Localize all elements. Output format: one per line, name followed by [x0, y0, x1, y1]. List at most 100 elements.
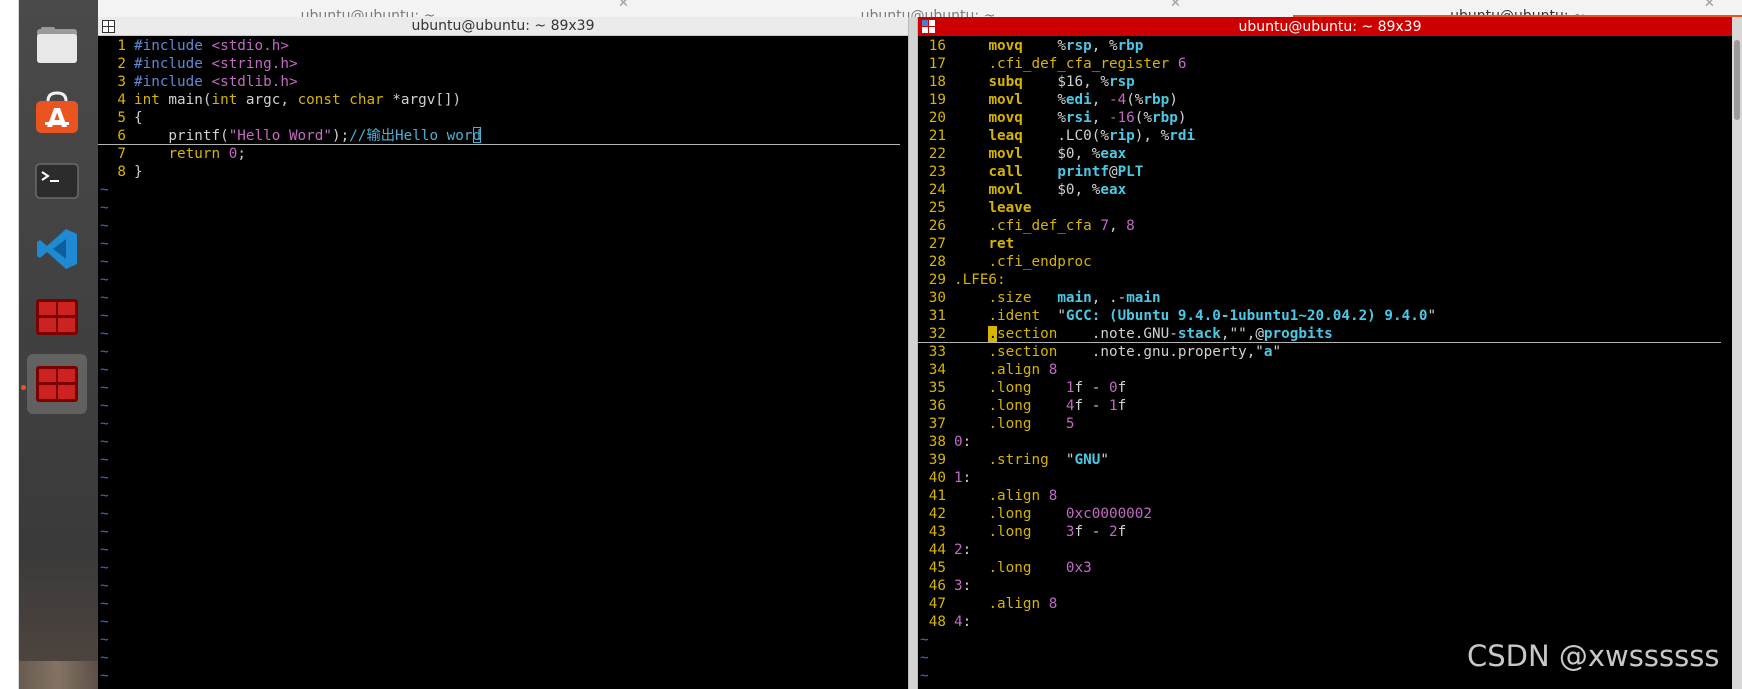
empty-line-marker: ~ — [100, 344, 109, 360]
terminal-grid-icon[interactable] — [102, 20, 115, 33]
empty-line-marker: ~ — [100, 650, 109, 666]
code-line[interactable]: 21 leaq .LC0(%rip), %rdi — [918, 127, 1742, 145]
code-text: 2: — [954, 542, 972, 558]
code-line[interactable]: 46 3: — [918, 577, 1742, 595]
code-line[interactable]: 2 #include <string.h> — [98, 55, 908, 73]
code-line[interactable]: 40 1: — [918, 469, 1742, 487]
editor-buffer[interactable]: 16 movq %rsp, %rbp 17 .cfi_def_cfa_regist… — [918, 37, 1742, 687]
code-text: { — [134, 110, 143, 126]
terminator-icon[interactable] — [32, 292, 82, 342]
code-text: .string "GNU" — [988, 452, 1109, 468]
empty-line-marker: ~ — [100, 488, 109, 504]
wallpaper-peek — [19, 661, 98, 689]
tab-2[interactable]: ubuntu@ubuntu: ~ ✕ — [658, 0, 1198, 17]
code-line[interactable]: 33 .section .note.gnu.property,"a" — [918, 343, 1742, 361]
close-icon[interactable]: ✕ — [1704, 0, 1715, 11]
empty-line-marker: ~ — [100, 470, 109, 486]
empty-line: ~ — [98, 271, 908, 289]
code-line[interactable]: 48 4: — [918, 613, 1742, 631]
scrollbar-thumb[interactable] — [1734, 40, 1740, 120]
line-number: 45 — [928, 560, 946, 576]
code-line[interactable]: 25 leave — [918, 199, 1742, 217]
terminal-grid-icon[interactable] — [922, 20, 935, 33]
files-icon[interactable] — [32, 20, 82, 70]
line-number: 36 — [928, 398, 946, 414]
code-text: movl $0, %eax — [988, 182, 1127, 198]
code-line[interactable]: 29 .LFE6: — [918, 271, 1742, 289]
line-number: 21 — [928, 128, 946, 144]
code-text: .long 3f - 2f — [988, 524, 1127, 540]
tab-bar: ubuntu@ubuntu: ~ ✕ ubuntu@ubuntu: ~ ✕ ub… — [98, 0, 1742, 17]
code-line[interactable]: 39 .string "GNU" — [918, 451, 1742, 469]
terminator-icon-active[interactable] — [27, 354, 87, 414]
code-line[interactable]: 5{ — [98, 109, 908, 127]
empty-line-marker: ~ — [100, 506, 109, 522]
code-line[interactable]: 16 movq %rsp, %rbp — [918, 37, 1742, 55]
code-line[interactable]: 7 return 0; — [98, 145, 908, 163]
code-text: .size main, .-main — [988, 290, 1161, 306]
empty-line-marker: ~ — [100, 254, 109, 270]
empty-line-marker: ~ — [100, 596, 109, 612]
empty-line-marker: ~ — [100, 452, 109, 468]
code-line[interactable]: 26 .cfi_def_cfa 7, 8 — [918, 217, 1742, 235]
code-line[interactable]: 36 .long 4f - 1f — [918, 397, 1742, 415]
empty-line: ~ — [98, 433, 908, 451]
close-icon[interactable]: ✕ — [618, 0, 629, 11]
svg-text:A: A — [47, 104, 67, 134]
code-text: .LFE6: — [954, 272, 1006, 288]
code-line[interactable]: 17 .cfi_def_cfa_register 6 — [918, 55, 1742, 73]
code-line[interactable]: 47 .align 8 — [918, 595, 1742, 613]
terminal-pane-right[interactable]: ubuntu@ubuntu: ~ 89x39 16 movq %rsp, %rb… — [918, 17, 1742, 689]
code-line[interactable]: 4 int main(int argc, const char *argv[]) — [98, 91, 908, 109]
editor-buffer[interactable]: 1 #include <stdio.h> 2 #include <string.h> 3… — [98, 37, 908, 687]
empty-line: ~ — [98, 451, 908, 469]
terminal-title-bar-active[interactable]: ubuntu@ubuntu: ~ 89x39 — [918, 17, 1742, 36]
code-text: } — [134, 164, 143, 180]
code-line[interactable]: 45 .long 0x3 — [918, 559, 1742, 577]
empty-line-marker: ~ — [100, 542, 109, 558]
line-number: 7 — [117, 146, 126, 162]
code-line[interactable]: 37 .long 5 — [918, 415, 1742, 433]
code-line[interactable]: 34 .align 8 — [918, 361, 1742, 379]
tab-1[interactable]: ubuntu@ubuntu: ~ ✕ — [98, 0, 638, 17]
pane-splitter[interactable] — [908, 17, 918, 689]
code-line[interactable]: 8} — [98, 163, 908, 181]
terminal-icon[interactable] — [32, 156, 82, 206]
code-line[interactable]: 44 2: — [918, 541, 1742, 559]
empty-line-marker: ~ — [100, 308, 109, 324]
code-text: .align 8 — [988, 596, 1058, 612]
empty-line-marker: ~ — [920, 650, 929, 666]
code-line[interactable]: 3 #include <stdlib.h> — [98, 73, 908, 91]
code-text: .cfi_endproc — [988, 254, 1092, 270]
empty-line-marker: ~ — [100, 560, 109, 576]
code-line[interactable]: 38 0: — [918, 433, 1742, 451]
code-line[interactable]: 42 .long 0xc0000002 — [918, 505, 1742, 523]
code-line[interactable]: 41 .align 8 — [918, 487, 1742, 505]
code-line[interactable]: 31 .ident "GCC: (Ubuntu 9.4.0-1ubuntu1~2… — [918, 307, 1742, 325]
empty-line: ~ — [98, 235, 908, 253]
code-line[interactable]: 23 call printf@PLT — [918, 163, 1742, 181]
code-line[interactable]: 22 movl $0, %eax — [918, 145, 1742, 163]
code-text: movq %rsi, -16(%rbp) — [988, 110, 1187, 126]
code-line[interactable]: 30 .size main, .-main — [918, 289, 1742, 307]
line-number: 40 — [928, 470, 946, 486]
code-line[interactable]: 20 movq %rsi, -16(%rbp) — [918, 109, 1742, 127]
code-line[interactable]: 32 .section .note.GNU-stack,"",@progbits — [918, 325, 1742, 343]
code-line[interactable]: 27 ret — [918, 235, 1742, 253]
code-line[interactable]: 18 subq $16, %rsp — [918, 73, 1742, 91]
code-line[interactable]: 1 #include <stdio.h> — [98, 37, 908, 55]
code-text: .cfi_def_cfa_register 6 — [988, 56, 1187, 72]
code-line[interactable]: 24 movl $0, %eax — [918, 181, 1742, 199]
empty-line-marker: ~ — [100, 632, 109, 648]
vscode-icon[interactable] — [32, 224, 82, 274]
close-icon[interactable]: ✕ — [1170, 0, 1181, 11]
code-line[interactable]: 35 .long 1f - 0f — [918, 379, 1742, 397]
code-line[interactable]: 28 .cfi_endproc — [918, 253, 1742, 271]
desktop-edge — [0, 0, 19, 689]
code-line[interactable]: 19 movl %edi, -4(%rbp) — [918, 91, 1742, 109]
terminal-title-bar[interactable]: ubuntu@ubuntu: ~ 89x39 — [98, 17, 908, 36]
terminal-pane-left[interactable]: ubuntu@ubuntu: ~ 89x39 1 #include <stdio.… — [98, 17, 908, 689]
code-line[interactable]: 6 printf("Hello Word");//输出Hello word — [98, 127, 908, 145]
code-line[interactable]: 43 .long 3f - 2f — [918, 523, 1742, 541]
software-center-icon[interactable]: A — [32, 88, 82, 138]
